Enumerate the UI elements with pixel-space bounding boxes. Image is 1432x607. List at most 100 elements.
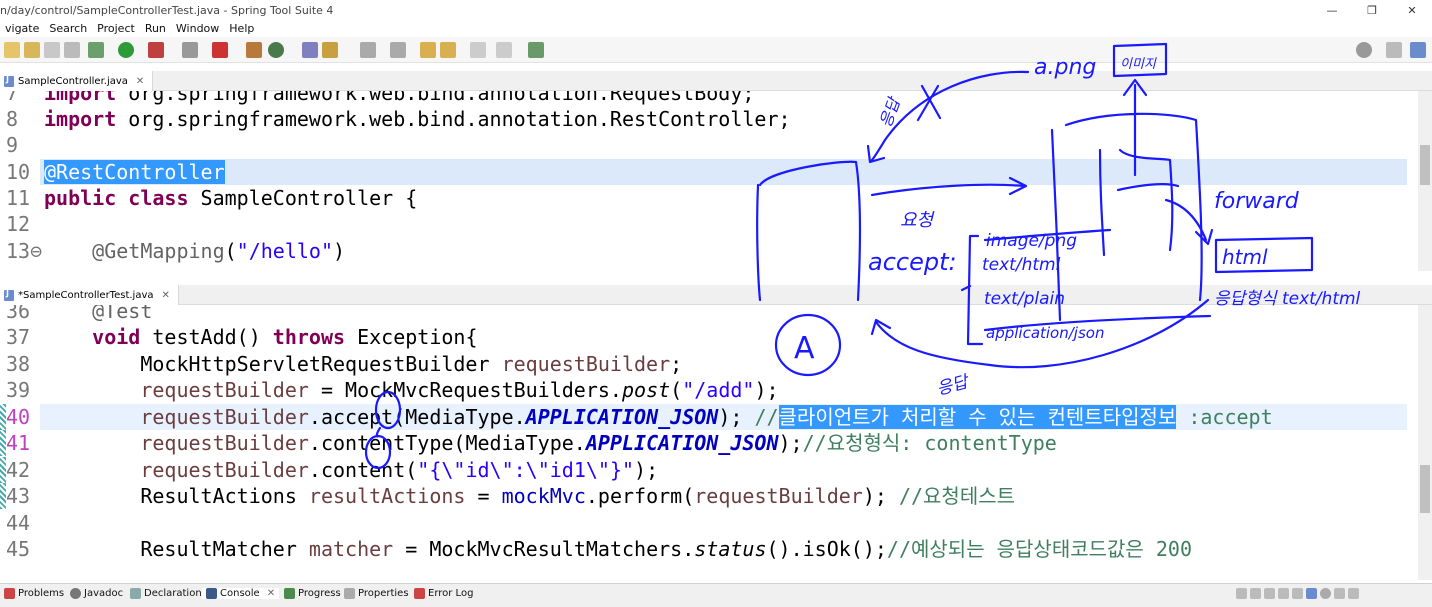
code-line: @RestController bbox=[44, 160, 225, 184]
search-icon[interactable] bbox=[1356, 42, 1372, 58]
top-editor[interactable]: 7 8 9 10 11 12 13⊖ import org.springfram… bbox=[0, 91, 1422, 271]
paragraph-icon[interactable] bbox=[64, 42, 80, 58]
prev-annotation-icon[interactable] bbox=[390, 42, 406, 58]
tab-progress[interactable]: Progress bbox=[284, 588, 341, 599]
word-wrap-icon[interactable] bbox=[1292, 588, 1303, 599]
line-number: 7 bbox=[6, 91, 19, 105]
open-type-icon[interactable] bbox=[302, 42, 318, 58]
scroll-thumb[interactable] bbox=[1420, 145, 1430, 185]
close-button[interactable]: ✕ bbox=[1392, 0, 1432, 21]
edit-icon[interactable] bbox=[4, 42, 20, 58]
code-line: requestBuilder.contentType(MediaType.APP… bbox=[140, 431, 1057, 455]
menu-run[interactable]: Run bbox=[140, 21, 171, 37]
tab-label: *SampleControllerTest.java bbox=[18, 289, 154, 301]
tab-label: Console bbox=[220, 588, 260, 599]
external-tools-icon[interactable] bbox=[148, 42, 164, 58]
maximize-button[interactable]: ❐ bbox=[1352, 0, 1392, 21]
minimize-button[interactable]: — bbox=[1312, 0, 1352, 21]
window-controls: — ❐ ✕ bbox=[1312, 0, 1432, 21]
tab-problems[interactable]: Problems bbox=[4, 588, 64, 599]
open-perspective-icon[interactable] bbox=[1386, 42, 1402, 58]
line-number: 38 bbox=[6, 352, 31, 376]
menu-search[interactable]: Search bbox=[44, 21, 92, 37]
new-class-icon[interactable] bbox=[268, 42, 284, 58]
declaration-icon bbox=[130, 588, 141, 599]
line-number: 12 bbox=[6, 212, 31, 236]
forward-nav-icon[interactable] bbox=[470, 42, 486, 58]
run-icon[interactable] bbox=[118, 42, 134, 58]
close-tab-icon[interactable]: ✕ bbox=[136, 76, 144, 87]
tab-label: Javadoc bbox=[84, 588, 124, 599]
stop-icon[interactable] bbox=[182, 42, 198, 58]
java-file-icon bbox=[4, 75, 14, 87]
disconnect-icon[interactable] bbox=[212, 42, 228, 58]
code-line: requestBuilder.accept(MediaType.APPLICAT… bbox=[140, 405, 1273, 429]
tab-label: Progress bbox=[298, 588, 341, 599]
tab-properties[interactable]: Properties bbox=[344, 588, 409, 599]
last-edit-icon[interactable] bbox=[420, 42, 436, 58]
tab-label: Declaration bbox=[144, 588, 202, 599]
menu-bar: vigate Search Project Run Window Help bbox=[0, 21, 1432, 37]
line-number: 40 bbox=[6, 405, 31, 429]
line-number: 9 bbox=[6, 133, 19, 157]
line-number: 43 bbox=[6, 484, 31, 508]
line-number: 42 bbox=[6, 458, 31, 482]
tab-console[interactable]: Console ✕ bbox=[202, 588, 280, 599]
gear-icon[interactable] bbox=[1320, 588, 1331, 599]
tab-declaration[interactable]: Declaration bbox=[130, 588, 202, 599]
server-icon[interactable] bbox=[246, 42, 262, 58]
javadoc-icon bbox=[70, 588, 81, 599]
tab-sample-controller-test[interactable]: *SampleControllerTest.java ✕ bbox=[0, 285, 179, 305]
maximize-view-icon[interactable] bbox=[1348, 588, 1359, 599]
main-toolbar bbox=[0, 37, 1432, 63]
menu-project[interactable]: Project bbox=[92, 21, 140, 37]
scroll-thumb[interactable] bbox=[1420, 465, 1430, 513]
tab-sample-controller[interactable]: SampleController.java ✕ bbox=[0, 71, 154, 91]
forward-history-icon[interactable] bbox=[496, 42, 512, 58]
save-icon[interactable] bbox=[24, 42, 40, 58]
code-line: @GetMapping("/hello") bbox=[92, 239, 346, 263]
close-tab-icon[interactable]: ✕ bbox=[267, 588, 275, 599]
current-line-highlight bbox=[40, 159, 1407, 185]
back-icon[interactable] bbox=[440, 42, 456, 58]
code-line: void testAdd() throws Exception{ bbox=[92, 325, 478, 349]
code-line: import org.springframework.web.bind.anno… bbox=[44, 107, 791, 131]
menu-help[interactable]: Help bbox=[224, 21, 259, 37]
code-line: requestBuilder = MockMvcRequestBuilders.… bbox=[140, 378, 779, 402]
tab-javadoc[interactable]: Javadoc bbox=[70, 588, 123, 599]
top-editor-tabbar: SampleController.java ✕ bbox=[0, 71, 1432, 91]
bottom-editor[interactable]: 36 37 38 39 40 41 42 43 44 45 @Test void… bbox=[0, 305, 1422, 580]
bottom-editor-scrollbar[interactable] bbox=[1418, 305, 1432, 580]
line-number: 37 bbox=[6, 325, 31, 349]
remove-launch-icon[interactable] bbox=[1250, 588, 1261, 599]
title-bar: n/day/control/SampleControllerTest.java … bbox=[0, 0, 1432, 21]
close-tab-icon[interactable]: ✕ bbox=[162, 290, 170, 301]
console-icon bbox=[206, 588, 217, 599]
code-line: ResultActions resultActions = mockMvc.pe… bbox=[44, 484, 1016, 508]
search-tool-icon[interactable] bbox=[322, 42, 338, 58]
debug-icon[interactable] bbox=[88, 42, 104, 58]
pin-editor-icon[interactable] bbox=[528, 42, 544, 58]
minimize-view-icon[interactable] bbox=[1334, 588, 1345, 599]
open-icon[interactable] bbox=[44, 42, 60, 58]
bottom-view-tabs: Problems Javadoc Declaration Console ✕ Pr… bbox=[0, 583, 1432, 607]
next-annotation-icon[interactable] bbox=[360, 42, 376, 58]
menu-window[interactable]: Window bbox=[171, 21, 224, 37]
tab-label: Error Log bbox=[428, 588, 474, 599]
top-editor-scrollbar[interactable] bbox=[1418, 91, 1432, 271]
clear-console-icon[interactable] bbox=[1264, 588, 1275, 599]
scroll-lock-icon[interactable] bbox=[1278, 588, 1289, 599]
code-line: ResultMatcher matcher = MockMvcResultMat… bbox=[44, 537, 1192, 561]
java-perspective-icon[interactable] bbox=[1410, 42, 1426, 58]
code-line: requestBuilder.content("{\"id\":\"id1\"}… bbox=[140, 458, 659, 482]
line-number: 44 bbox=[6, 511, 31, 535]
line-number: 41 bbox=[6, 431, 31, 455]
terminate-icon[interactable] bbox=[1236, 588, 1247, 599]
java-file-icon bbox=[4, 289, 14, 301]
line-number: 11 bbox=[6, 186, 31, 210]
tab-error-log[interactable]: Error Log bbox=[414, 588, 473, 599]
pin-console-icon[interactable] bbox=[1306, 588, 1317, 599]
tab-label: Problems bbox=[18, 588, 65, 599]
line-number: 13⊖ bbox=[6, 239, 43, 263]
menu-navigate[interactable]: vigate bbox=[0, 21, 44, 37]
